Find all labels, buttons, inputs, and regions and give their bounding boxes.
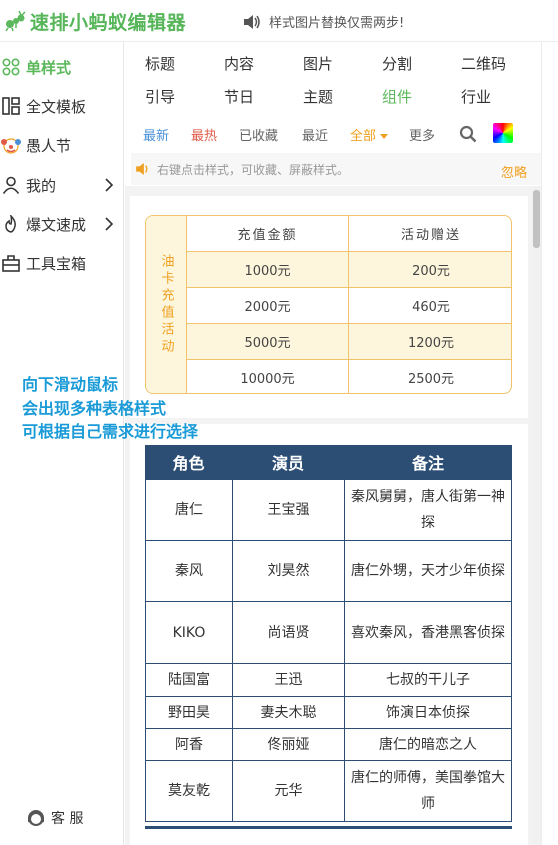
sidebar-item-toolbox[interactable]: 工具宝箱 bbox=[0, 248, 124, 278]
table-cell: 秦风舅舅，唐人街第一神探 bbox=[344, 479, 512, 541]
user-icon bbox=[1, 175, 21, 195]
tip-text: 右键点击样式，可收藏、屏蔽样式。 bbox=[157, 162, 350, 177]
app-logo[interactable]: 速排小蚂蚁编辑器 bbox=[4, 7, 186, 35]
chevron-right-icon bbox=[105, 178, 114, 192]
table-cell: 妻夫木聪 bbox=[232, 696, 345, 729]
caret-down-icon bbox=[380, 134, 389, 139]
table-cell: 喜欢秦风，香港黑客侦探 bbox=[344, 601, 512, 664]
table-cell: 秦风 bbox=[145, 540, 233, 602]
table-cell: 陆国富 bbox=[145, 663, 233, 697]
tab-divider[interactable]: 分割 bbox=[382, 53, 412, 74]
sidebar-item-mine[interactable]: 我的 bbox=[0, 170, 124, 200]
table-cell: 唐仁的暗恋之人 bbox=[344, 728, 512, 761]
notice-banner[interactable]: 样式图片替换仅需两步! bbox=[243, 12, 404, 31]
table-cell: 460元 bbox=[349, 288, 511, 324]
annotation-line: 向下滑动鼠标 bbox=[22, 375, 119, 394]
grid-icon bbox=[1, 57, 21, 77]
table-cell: 尚语贤 bbox=[232, 601, 345, 664]
table-cell: 5000元 bbox=[187, 324, 349, 360]
filter-hot[interactable]: 最热 bbox=[191, 125, 217, 144]
table-cell: 元华 bbox=[232, 760, 345, 822]
filter-saved[interactable]: 已收藏 bbox=[239, 125, 278, 144]
table-cell: 唐仁 bbox=[145, 479, 233, 541]
table-cell: 刘昊然 bbox=[232, 540, 345, 602]
table-cell: 七叔的干儿子 bbox=[344, 663, 512, 697]
clown-icon bbox=[1, 135, 21, 155]
sidebar-item-label: 全文模板 bbox=[26, 97, 87, 116]
sidebar-item-april-fools[interactable]: 愚人节 bbox=[0, 130, 124, 160]
sidebar-item-viral-article[interactable]: 爆文速成 bbox=[0, 209, 124, 239]
table-header-cell: 角色 bbox=[145, 445, 232, 479]
tab-theme[interactable]: 主题 bbox=[303, 86, 333, 107]
sidebar-item-label: 单样式 bbox=[26, 58, 72, 77]
customer-service-label: 客 服 bbox=[51, 811, 84, 827]
tab-component[interactable]: 组件 bbox=[382, 86, 412, 107]
search-icon[interactable] bbox=[459, 125, 477, 143]
annotation-line: 会出现多种表格样式 bbox=[22, 399, 167, 418]
side-label-text: 油卡充值活动 bbox=[158, 253, 174, 356]
table-cell: 佟丽娅 bbox=[232, 728, 345, 761]
toolbox-icon bbox=[1, 253, 21, 273]
tab-holiday[interactable]: 节日 bbox=[224, 86, 254, 107]
table-header-cell: 充值金额 bbox=[187, 216, 349, 252]
filter-latest[interactable]: 最新 bbox=[143, 125, 169, 144]
table-cell: 2000元 bbox=[187, 288, 349, 324]
sidebar-item-full-template[interactable]: 全文模板 bbox=[0, 91, 124, 121]
sidebar-item-single-style[interactable]: 单样式 bbox=[0, 52, 124, 82]
table-cell: 阿香 bbox=[145, 728, 233, 761]
table-cell: 王迅 bbox=[232, 663, 345, 697]
sidebar-item-label: 愚人节 bbox=[26, 136, 72, 155]
app-title: 速排小蚂蚁编辑器 bbox=[30, 11, 187, 34]
sidebar-item-label: 爆文速成 bbox=[26, 215, 87, 234]
fire-icon bbox=[1, 214, 21, 234]
table-cell: 野田昊 bbox=[145, 696, 233, 729]
table-header-cell: 备注 bbox=[344, 445, 512, 479]
tab-industry[interactable]: 行业 bbox=[461, 86, 491, 107]
table-cell: 王宝强 bbox=[232, 479, 345, 541]
sidebar-item-label: 工具宝箱 bbox=[26, 254, 87, 273]
table-header-cell: 活动赠送 bbox=[349, 216, 511, 252]
right-edge bbox=[541, 42, 558, 845]
annotation-line: 可根据自己需求进行选择 bbox=[22, 422, 199, 441]
chevron-right-icon bbox=[105, 217, 114, 231]
scrollbar-track[interactable] bbox=[532, 186, 541, 845]
customer-service-button[interactable]: 客 服 bbox=[26, 808, 83, 828]
sidebar: 单样式 全文模板 愚人节 我的 爆文速成 工具宝箱 bbox=[0, 42, 124, 845]
table-cell: 2500元 bbox=[407, 372, 455, 387]
tab-content[interactable]: 内容 bbox=[224, 53, 254, 74]
layout-icon bbox=[1, 96, 21, 116]
scrollbar-thumb[interactable] bbox=[533, 190, 540, 248]
filter-recent[interactable]: 最近 bbox=[302, 125, 328, 144]
tab-guide[interactable]: 引导 bbox=[145, 86, 175, 107]
recharge-table-side-label: 油卡充值活动 bbox=[146, 216, 187, 393]
table-cell: 10000元 bbox=[187, 360, 349, 393]
table-cell: 饰演日本侦探 bbox=[344, 696, 512, 729]
table-cell: 1000元 bbox=[187, 252, 349, 288]
filter-more[interactable]: 更多 bbox=[409, 125, 435, 144]
table-cell: 莫友乾 bbox=[145, 760, 233, 822]
notice-text: 样式图片替换仅需两步! bbox=[269, 16, 405, 31]
tab-qrcode[interactable]: 二维码 bbox=[461, 53, 506, 74]
speaker-icon bbox=[244, 14, 260, 29]
table-cell: 唐仁的师傅，美国拳馆大师 bbox=[344, 760, 512, 822]
headset-icon bbox=[28, 810, 44, 826]
tab-title[interactable]: 标题 bbox=[145, 53, 175, 74]
tip-bar: 右键点击样式，可收藏、屏蔽样式。 忽略 bbox=[131, 153, 541, 185]
sidebar-item-label: 我的 bbox=[26, 176, 57, 195]
filter-all-dropdown[interactable]: 全部 bbox=[350, 125, 389, 144]
top-bar: 速排小蚂蚁编辑器 样式图片替换仅需两步! bbox=[0, 0, 558, 42]
speaker-icon bbox=[136, 163, 148, 175]
table-bottom-rule bbox=[145, 826, 512, 829]
filter-all-label: 全部 bbox=[350, 129, 377, 144]
table-cell: 200元 bbox=[349, 252, 511, 288]
ant-logo-icon bbox=[5, 10, 26, 32]
tab-image[interactable]: 图片 bbox=[303, 53, 333, 74]
table-cell: KIKO bbox=[145, 601, 233, 664]
color-picker-icon[interactable] bbox=[493, 123, 513, 143]
recharge-table: 油卡充值活动 充值金额 活动赠送 1000元 200元 2000元 460元 5… bbox=[145, 215, 512, 394]
table-cell: 唐仁外甥，天才少年侦探 bbox=[344, 540, 512, 602]
ignore-tip-button[interactable]: 忽略 bbox=[501, 162, 527, 181]
table-cell: 1200元 bbox=[349, 324, 511, 360]
table-header-cell: 演员 bbox=[232, 445, 344, 479]
